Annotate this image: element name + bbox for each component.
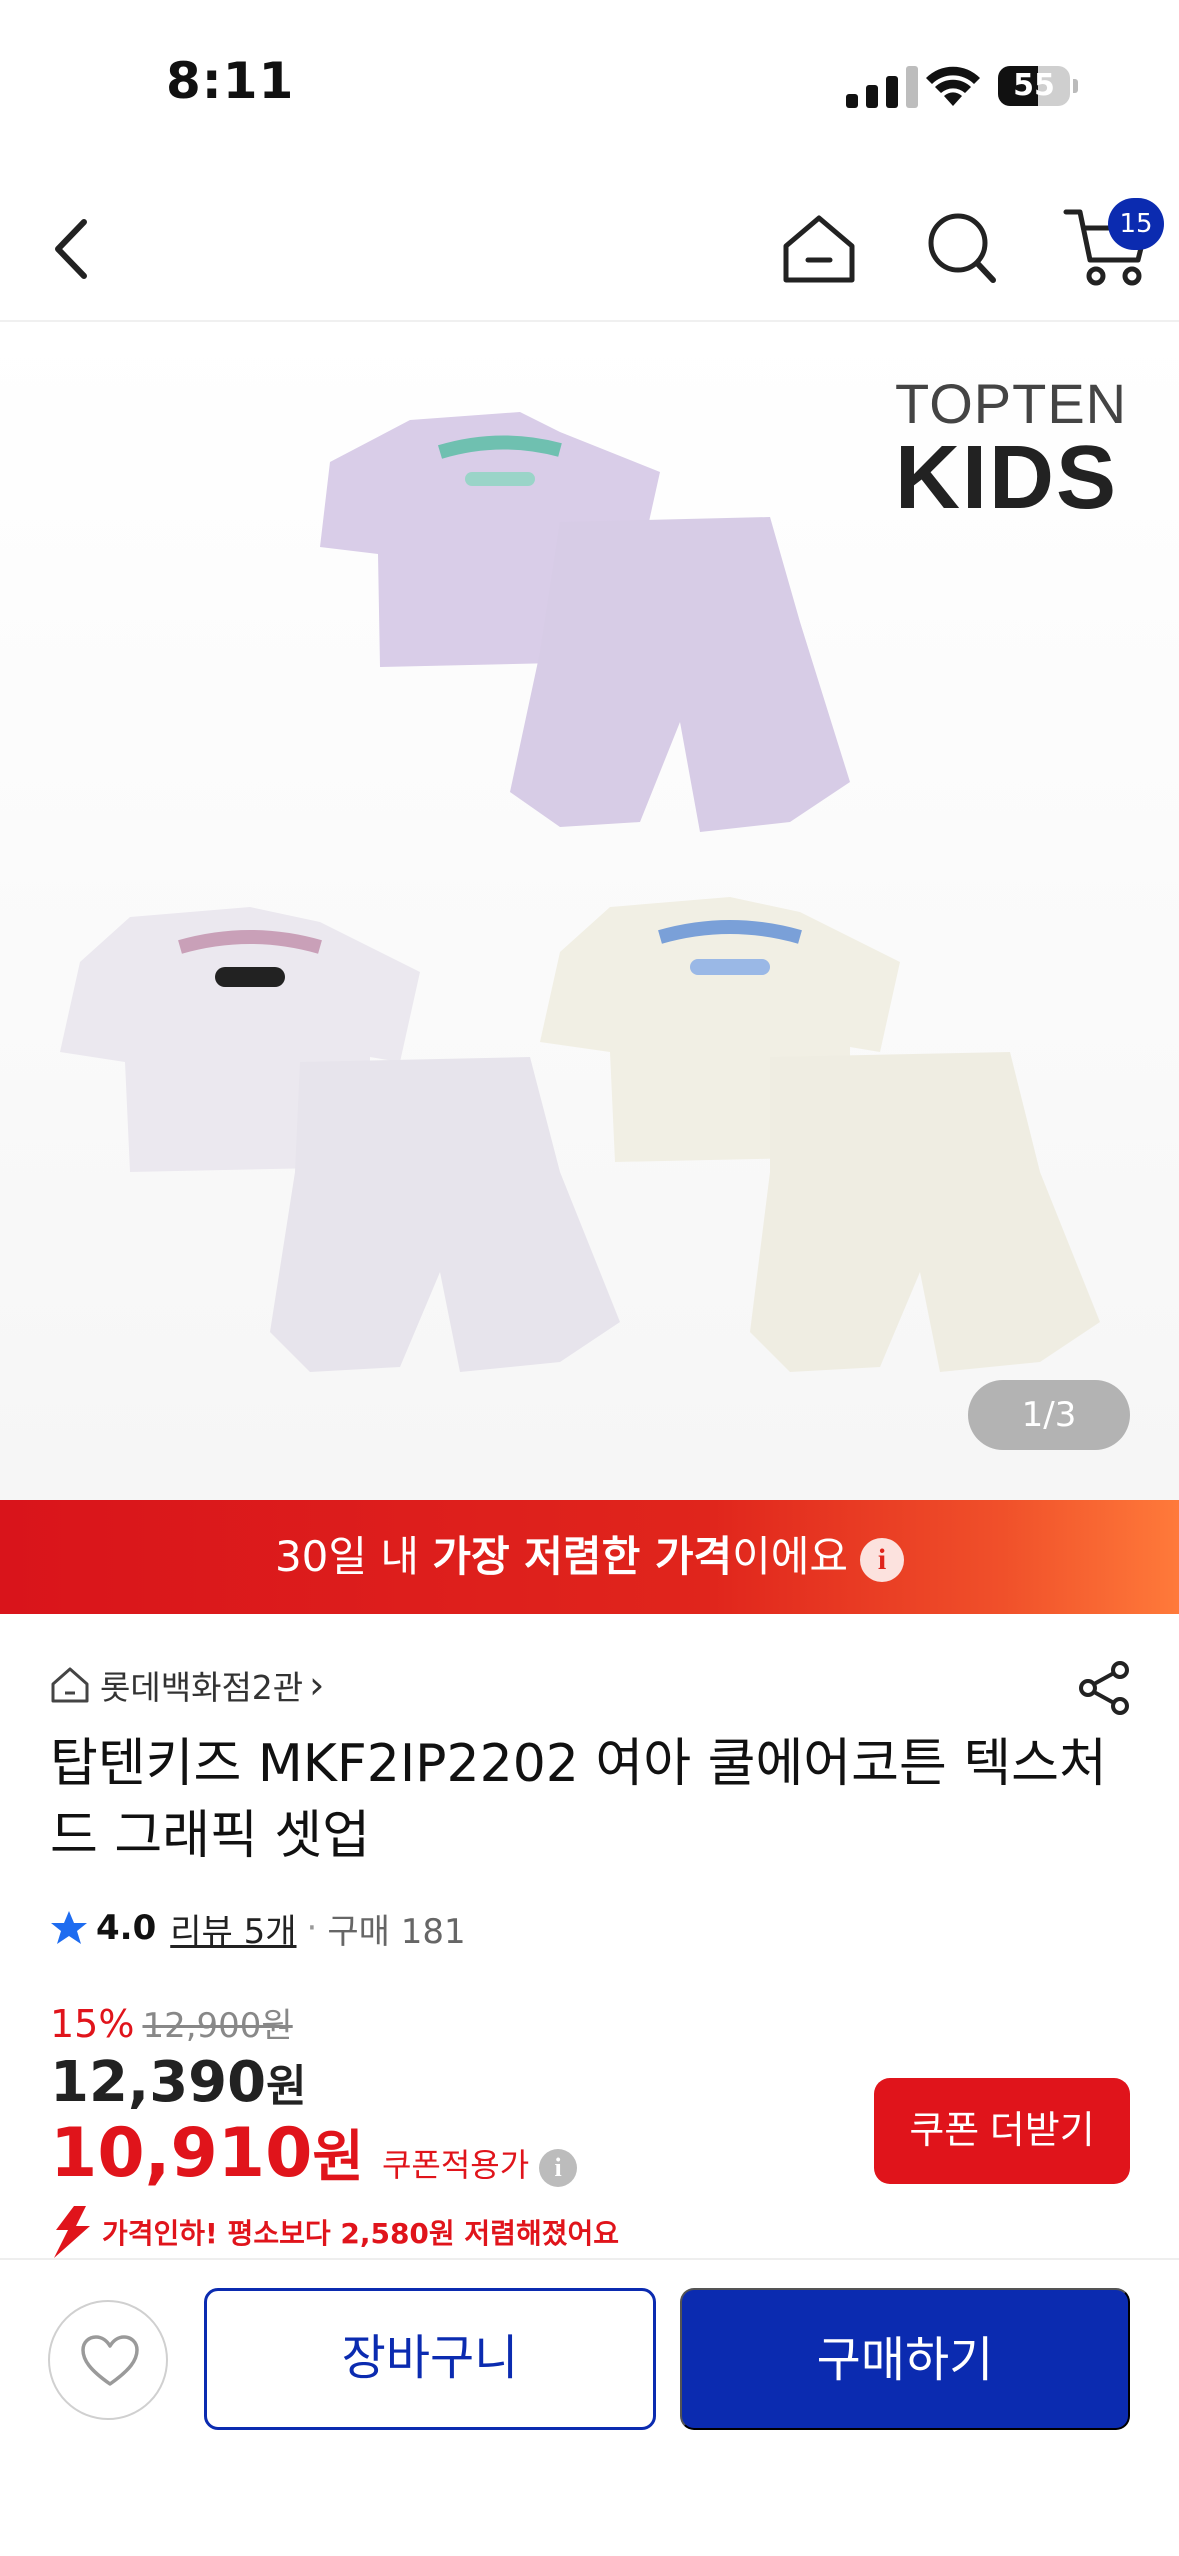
search-icon[interactable] [925, 210, 999, 286]
product-image-gallery[interactable]: TOPTEN KIDS 1/3 [0, 322, 1179, 1500]
cellular-signal-icon [846, 66, 918, 108]
banner-suffix: 이에요 [732, 1532, 849, 1581]
status-time: 8:11 [166, 52, 295, 110]
price-down-arrow-icon [54, 2206, 90, 2258]
review-link[interactable]: 리뷰 5개 [170, 1904, 296, 1953]
image-counter: 1/3 [968, 1380, 1130, 1450]
buy-now-button[interactable]: 구매하기 [680, 2288, 1130, 2430]
coupon-info-icon[interactable]: i [539, 2149, 578, 2187]
coupon-price-label: 쿠폰적용가 [381, 2146, 530, 2184]
back-arrow-icon[interactable] [44, 216, 100, 282]
banner-info-icon[interactable]: i [860, 1537, 905, 1582]
price-drop-notice: 가격인하! 평소보다 2,580원 저렴해졌어요 [50, 2204, 619, 2260]
status-bar: 8:11 55 [0, 0, 1179, 170]
image-counter-current: 1 [1021, 1395, 1044, 1435]
store-link[interactable]: 롯데백화점2관 › [50, 1660, 324, 1710]
white-shorts [270, 1057, 620, 1372]
price-drop-message: 가격인하! 평소보다 2,580원 저렴해졌어요 [102, 2217, 619, 2250]
get-coupon-button[interactable]: 쿠폰 더받기 [874, 2078, 1130, 2184]
battery-icon: 55 [998, 66, 1078, 106]
lavender-shorts [510, 517, 850, 832]
image-counter-separator: / [1043, 1395, 1055, 1435]
top-nav [0, 170, 1179, 322]
image-counter-total: 3 [1054, 1395, 1077, 1435]
coupon-price-unit: 원 [312, 2125, 364, 2190]
original-price: 12,900원 [142, 2006, 293, 2046]
purchase-count: 구매 181 [327, 1911, 466, 1952]
brand-logo-line1: TOPTEN [895, 372, 1128, 435]
rating-row: 4.0 리뷰 5개 · 구매 181 [50, 1900, 466, 1956]
coupon-price-value: 10,910 [50, 2114, 313, 2193]
brand-logo: TOPTEN KIDS [895, 372, 1128, 528]
chevron-right-icon: › [309, 1663, 325, 1707]
cart-count-badge: 15 [1108, 198, 1164, 250]
product-title: 탑텐키즈 MKF2IP2202 여아 쿨에어코튼 텍스처드 그래픽 셋업 [50, 1734, 1107, 1866]
lowest-price-banner[interactable]: 30일 내 가장 저렴한 가격이에요 i [0, 1500, 1179, 1614]
store-name: 롯데백화점2관 [100, 1668, 304, 1707]
banner-emphasis: 가장 저렴한 가격 [432, 1532, 733, 1581]
sale-price-value: 12,390 [50, 2050, 267, 2115]
store-home-icon [51, 1667, 89, 1703]
discount-rate: 15% [50, 2002, 135, 2046]
rating-score: 4.0 [96, 1908, 157, 1948]
wishlist-button[interactable] [48, 2300, 168, 2420]
wifi-icon [926, 66, 980, 106]
banner-prefix: 30일 내 [274, 1532, 433, 1581]
share-icon[interactable] [1078, 1660, 1132, 1716]
add-to-cart-button[interactable]: 장바구니 [204, 2288, 656, 2430]
coupon-price: 10,910 원 쿠폰적용가 i [50, 2112, 578, 2193]
bottom-action-bar: 장바구니 구매하기 [0, 2258, 1179, 2556]
separator-dot: · [306, 1908, 318, 1948]
cream-shorts [750, 1052, 1100, 1372]
sale-price: 12,390원 [50, 2050, 307, 2115]
sale-price-unit: 원 [266, 2061, 307, 2112]
heart-icon [81, 2335, 139, 2386]
home-icon[interactable] [780, 212, 858, 286]
star-icon [51, 1911, 87, 1944]
brand-logo-line2: KIDS [895, 428, 1119, 528]
discount-row: 15% 12,900원 [50, 1998, 293, 2054]
battery-percent: 55 [1013, 68, 1055, 103]
